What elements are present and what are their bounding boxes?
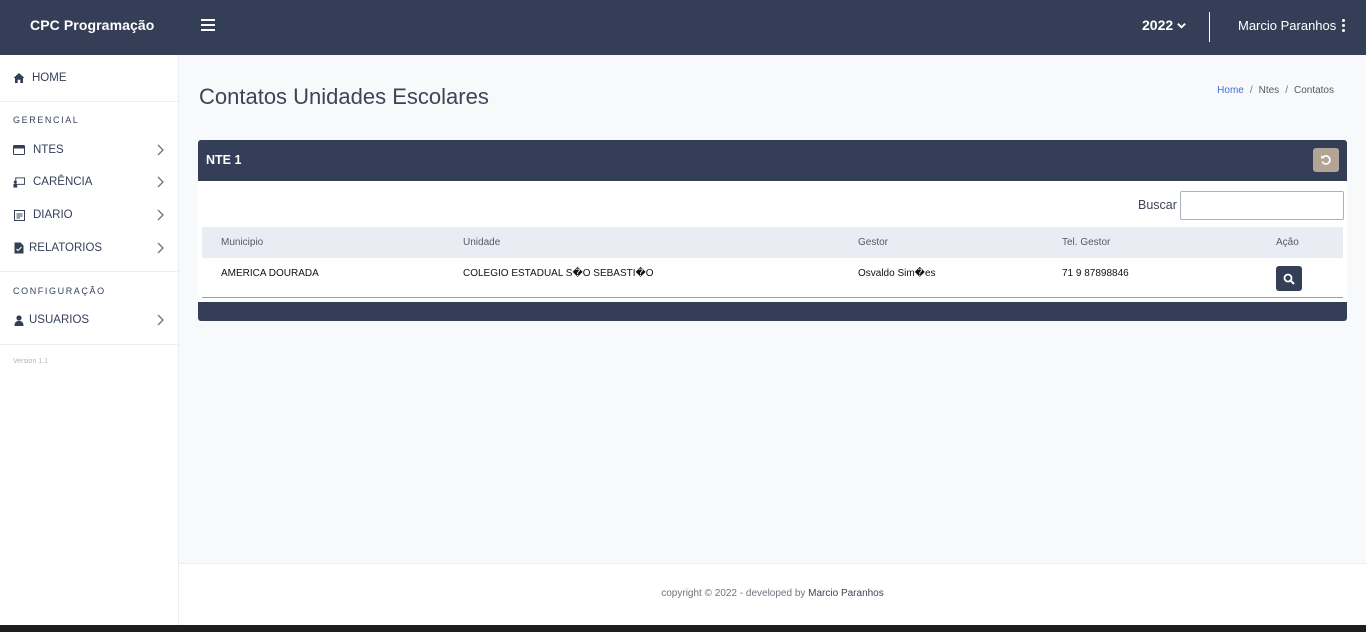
breadcrumb-current: Contatos — [1293, 85, 1334, 96]
kebab-menu-icon — [1342, 19, 1346, 32]
hamburger-icon[interactable] — [201, 17, 215, 33]
sidebar-item-relatorios[interactable]: RELATORIOS — [0, 237, 179, 259]
chevron-down-icon — [1177, 22, 1186, 29]
sidebar-item-diario[interactable]: DIARIO — [0, 204, 179, 226]
year-label: 2022 — [1142, 17, 1174, 33]
chevron-right-icon — [157, 176, 164, 188]
footer-author: Marcio Paranhos — [808, 588, 884, 599]
breadcrumb: Home / Ntes / Contatos — [1217, 85, 1334, 96]
column-header-acao: Ação — [1276, 237, 1299, 248]
page-title: Contatos Unidades Escolares — [199, 84, 489, 109]
search-icon — [1283, 273, 1295, 285]
refresh-button[interactable] — [1313, 148, 1339, 172]
search-label: Buscar — [1138, 198, 1177, 212]
sidebar-item-label: USUARIOS — [29, 314, 90, 326]
sidebar-divider — [0, 101, 179, 102]
sidebar-item-label: HOME — [32, 72, 67, 84]
header-divider — [1209, 12, 1210, 42]
user-name: Marcio Paranhos — [1238, 18, 1337, 33]
sidebar-item-ntes[interactable]: NTES — [0, 139, 179, 161]
breadcrumb-ntes[interactable]: Ntes — [1259, 85, 1280, 96]
cell-unidade: COLEGIO ESTADUAL S�O SEBASTI�O — [463, 268, 654, 279]
search-input[interactable] — [1180, 191, 1344, 220]
calendar-icon — [13, 209, 25, 221]
refresh-icon — [1321, 155, 1331, 165]
chevron-right-icon — [157, 209, 164, 221]
user-menu[interactable]: Marcio Paranhos — [1238, 18, 1346, 33]
cell-tel-gestor: 71 9 87898846 — [1062, 268, 1129, 279]
cell-gestor: Osvaldo Sim�es — [858, 268, 936, 279]
top-navbar: CPC Programação 2022 Marcio Paranhos — [0, 0, 1366, 55]
chalkboard-icon — [13, 176, 25, 188]
brand-title[interactable]: CPC Programação — [30, 17, 154, 33]
home-icon — [13, 72, 25, 84]
copyright-text: copyright © 2022 - developed by Marcio P… — [179, 588, 1366, 599]
bottom-strip — [0, 625, 1366, 632]
chevron-right-icon — [157, 242, 164, 254]
breadcrumb-home-link[interactable]: Home — [1217, 85, 1244, 96]
column-header-municipio[interactable]: Municipio — [221, 237, 263, 248]
card-header: NTE 1 — [198, 140, 1347, 181]
view-contact-button[interactable] — [1276, 266, 1302, 291]
sidebar-item-usuarios[interactable]: USUARIOS — [0, 309, 179, 331]
chevron-right-icon — [157, 144, 164, 156]
sidebar: HOME GERENCIAL NTES CARÊNCIA DIARIO RELA… — [0, 55, 179, 632]
copyright-prefix: copyright © 2022 - developed by — [661, 588, 809, 599]
column-header-tel-gestor[interactable]: Tel. Gestor — [1062, 237, 1110, 248]
contacts-card: NTE 1 Buscar Municipio Unidade Gestor Te… — [198, 140, 1347, 321]
section-title-configuracao: CONFIGURAÇÃO — [13, 286, 106, 296]
column-header-gestor[interactable]: Gestor — [858, 237, 888, 248]
section-title-gerencial: GERENCIAL — [13, 115, 80, 125]
file-icon — [13, 242, 25, 254]
cell-municipio: AMERICA DOURADA — [221, 268, 319, 279]
sidebar-divider — [0, 271, 179, 272]
year-dropdown[interactable]: 2022 — [1142, 17, 1187, 33]
breadcrumb-separator: / — [1249, 85, 1253, 96]
sidebar-item-carencia[interactable]: CARÊNCIA — [0, 171, 179, 193]
chevron-right-icon — [157, 314, 164, 326]
card-footer — [198, 302, 1347, 321]
page-footer: copyright © 2022 - developed by Marcio P… — [179, 563, 1366, 625]
card-icon — [13, 144, 25, 156]
user-icon — [13, 314, 25, 326]
sidebar-divider — [0, 344, 179, 345]
table-row: AMERICA DOURADA COLEGIO ESTADUAL S�O SEB… — [202, 259, 1343, 298]
sidebar-item-label: RELATORIOS — [29, 242, 103, 254]
sidebar-item-label: DIARIO — [33, 209, 73, 221]
sidebar-item-home[interactable]: HOME — [0, 67, 179, 89]
version-label: Version 1.1 — [13, 358, 49, 365]
breadcrumb-separator: / — [1285, 85, 1288, 96]
column-header-unidade[interactable]: Unidade — [463, 237, 500, 248]
table-header: Municipio Unidade Gestor Tel. Gestor Açã… — [202, 227, 1343, 258]
sidebar-item-label: CARÊNCIA — [33, 176, 93, 188]
sidebar-item-label: NTES — [33, 144, 64, 156]
card-title: NTE 1 — [206, 153, 242, 167]
